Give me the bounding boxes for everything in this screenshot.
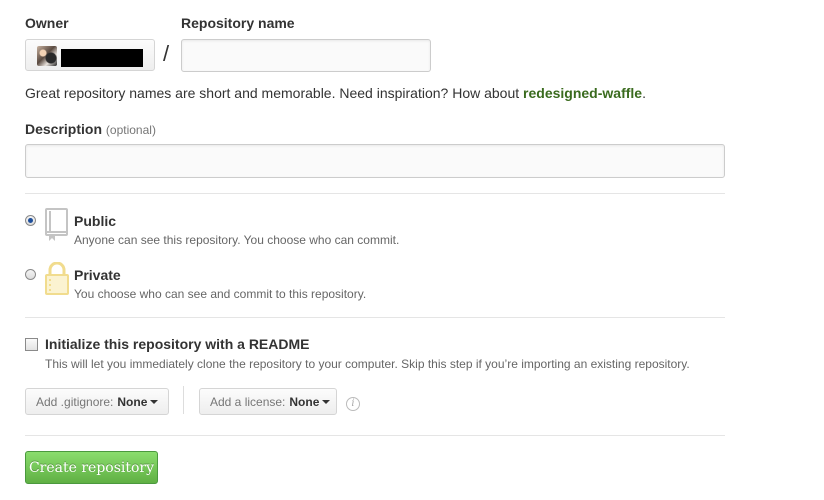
owner-label: Owner	[25, 15, 69, 31]
gitignore-value: None	[117, 394, 148, 409]
create-repository-button[interactable]: Create repository	[25, 451, 158, 484]
optional-hint: (optional)	[105, 123, 156, 137]
readme-title: Initialize this repository with a README	[45, 336, 310, 352]
private-title: Private	[74, 267, 121, 283]
info-icon[interactable]: i	[346, 397, 360, 411]
public-title: Public	[74, 213, 117, 229]
private-radio[interactable]	[25, 269, 36, 280]
repository-name-hint: Great repository names are short and mem…	[25, 85, 646, 101]
suggested-name-link[interactable]: redesigned-waffle	[523, 85, 642, 101]
gitignore-label: Add .gitignore:	[36, 394, 114, 409]
license-label: Add a license:	[210, 394, 286, 409]
initialize-readme-checkbox[interactable]	[25, 338, 38, 351]
repository-name-label: Repository name	[181, 15, 295, 31]
lock-icon	[45, 262, 69, 295]
divider	[25, 435, 725, 436]
license-value: None	[289, 394, 320, 409]
public-radio[interactable]	[25, 215, 36, 226]
license-dropdown[interactable]: Add a license: None	[199, 388, 337, 415]
owner-repo-separator: /	[163, 41, 170, 66]
owner-select[interactable]	[25, 39, 155, 71]
repository-name-input[interactable]	[181, 39, 431, 72]
gitignore-dropdown[interactable]: Add .gitignore: None	[25, 388, 169, 415]
private-note: You choose who can see and commit to thi…	[74, 287, 367, 301]
public-note: Anyone can see this repository. You choo…	[74, 233, 400, 247]
divider	[25, 193, 725, 194]
vertical-divider	[183, 386, 184, 414]
owner-name-redacted	[61, 49, 143, 67]
hint-suffix: .	[642, 85, 646, 101]
description-input[interactable]	[25, 144, 725, 178]
description-label-text: Description	[25, 121, 103, 137]
repo-book-icon	[45, 208, 68, 241]
hint-text: Great repository names are short and mem…	[25, 85, 524, 101]
new-repository-form: Owner / Repository name Great repository…	[0, 0, 824, 500]
readme-note: This will let you immediately clone the …	[45, 357, 690, 371]
description-label: Description (optional)	[25, 121, 156, 137]
avatar	[37, 46, 57, 66]
caret-down-icon	[150, 399, 159, 404]
caret-down-icon	[322, 399, 331, 404]
divider	[25, 317, 725, 318]
